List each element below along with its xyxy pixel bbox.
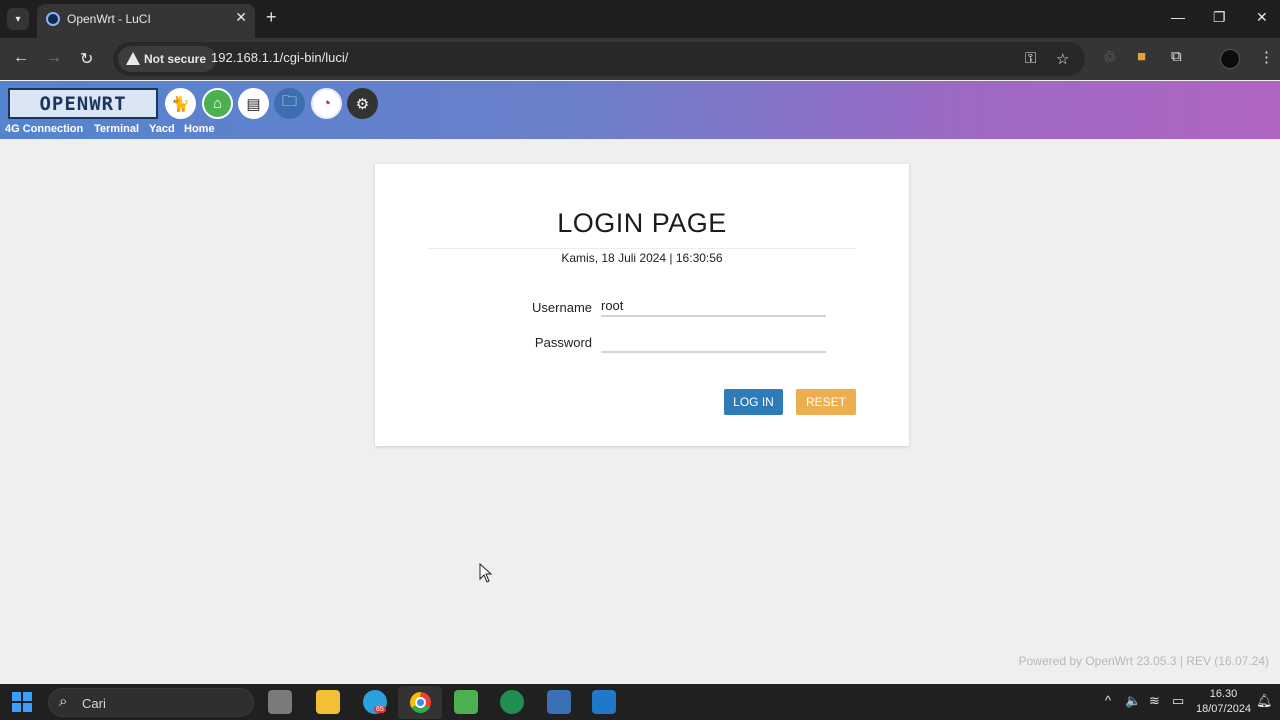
menu-link-terminal[interactable]: Terminal bbox=[94, 123, 139, 135]
title-divider bbox=[428, 248, 856, 249]
puzzle-extensions-icon[interactable]: ⧉ bbox=[1171, 48, 1182, 65]
network-tool-icon[interactable] bbox=[547, 690, 571, 714]
username-field[interactable] bbox=[601, 295, 826, 317]
bookmark-star-icon[interactable]: ☆ bbox=[1056, 50, 1069, 68]
minimize-icon[interactable]: — bbox=[1171, 9, 1185, 25]
taskbar-clock[interactable]: 16.30 18/07/2024 bbox=[1196, 687, 1251, 717]
tray-chevron-icon[interactable]: ^ bbox=[1105, 693, 1111, 708]
task-view-icon[interactable] bbox=[268, 690, 292, 714]
tab-search-button[interactable]: ▾ bbox=[7, 8, 29, 30]
reset-button[interactable]: RESET bbox=[796, 389, 856, 415]
router-icon[interactable]: ▤ bbox=[238, 88, 269, 119]
taskbar-search[interactable]: ⌕ Cari bbox=[48, 688, 254, 717]
home-shield-icon[interactable]: ⌂ bbox=[202, 88, 233, 119]
warning-icon bbox=[126, 52, 140, 65]
recycle-extension-icon[interactable]: ♲ bbox=[1103, 48, 1116, 66]
clock-date: 18/07/2024 bbox=[1196, 703, 1252, 715]
browser-tab-strip: ▾ OpenWrt - LuCI ✕ + — ❐ ✕ bbox=[0, 0, 1280, 38]
menu-link-4g-connection[interactable]: 4G Connection bbox=[5, 123, 83, 135]
tab-title: OpenWrt - LuCI bbox=[67, 12, 151, 26]
profile-avatar[interactable] bbox=[1220, 49, 1240, 69]
password-field[interactable] bbox=[601, 331, 826, 353]
clock-time: 16.30 bbox=[1209, 688, 1238, 700]
browser-app-icon[interactable] bbox=[500, 690, 524, 714]
taskbar-search-placeholder: Cari bbox=[82, 696, 106, 711]
forward-icon[interactable]: → bbox=[46, 49, 62, 67]
windows-start-icon[interactable] bbox=[12, 692, 32, 712]
mouse-cursor-icon bbox=[479, 563, 493, 583]
openwrt-header: OPENWRT 🐈 ⌂ ▤ 🗀 ◔ ⚙ 4G Connection Termin… bbox=[0, 81, 1280, 139]
file-explorer-icon[interactable] bbox=[316, 690, 340, 714]
security-label: Not secure bbox=[144, 52, 207, 66]
login-datetime: Kamis, 18 Juli 2024 | 16:30:56 bbox=[561, 251, 723, 265]
openwrt-favicon-icon bbox=[46, 12, 60, 26]
security-chip[interactable]: Not secure bbox=[118, 46, 217, 72]
footer-powered-by: Powered by OpenWrt 23.05.3 | REV (16.07.… bbox=[1018, 654, 1269, 668]
restore-icon[interactable]: ❐ bbox=[1213, 9, 1226, 26]
close-tab-icon[interactable]: ✕ bbox=[235, 9, 247, 26]
browser-toolbar: ← → ↻ Not secure 192.168.1.1/cgi-bin/luc… bbox=[0, 38, 1280, 80]
page-title: LOGIN PAGE bbox=[557, 208, 727, 238]
password-key-icon[interactable]: ⚿ bbox=[1025, 50, 1036, 67]
wifi-icon[interactable]: ≋ bbox=[1149, 693, 1160, 709]
address-bar[interactable]: Not secure 192.168.1.1/cgi-bin/luci/ ⚿ ☆ bbox=[113, 42, 1085, 76]
openwrt-logo[interactable]: OPENWRT bbox=[8, 88, 158, 119]
battery-icon[interactable]: ▭ bbox=[1172, 693, 1184, 709]
search-icon: ⌕ bbox=[59, 693, 68, 710]
reload-icon[interactable]: ↻ bbox=[80, 49, 93, 69]
login-button[interactable]: LOG IN bbox=[724, 389, 783, 415]
password-label: Password bbox=[534, 335, 592, 350]
notepad-plus-icon[interactable] bbox=[454, 690, 478, 714]
kebab-menu-icon[interactable]: ⋮ bbox=[1259, 48, 1274, 66]
cat-app-icon[interactable]: 🐈 bbox=[165, 88, 196, 119]
window-app-icon[interactable] bbox=[592, 690, 616, 714]
username-label: Username bbox=[532, 300, 592, 315]
dashboard-icon[interactable]: ◔ bbox=[311, 88, 342, 119]
volume-icon[interactable]: 🔈 bbox=[1125, 693, 1141, 709]
back-icon[interactable]: ← bbox=[13, 49, 29, 67]
notification-bell-icon[interactable]: 🔔︎ bbox=[1256, 693, 1273, 709]
folder-icon[interactable]: 🗀 bbox=[274, 88, 305, 119]
login-card: LOGIN PAGE Kamis, 18 Juli 2024 | 16:30:5… bbox=[375, 164, 909, 446]
close-window-icon[interactable]: ✕ bbox=[1256, 9, 1268, 26]
url-text[interactable]: 192.168.1.1/cgi-bin/luci/ bbox=[211, 50, 348, 65]
telegram-badge: 65 bbox=[374, 706, 386, 713]
extension-icon[interactable]: ■ bbox=[1137, 48, 1146, 65]
settings-gear-icon[interactable]: ⚙ bbox=[347, 88, 378, 119]
menu-link-yacd[interactable]: Yacd bbox=[149, 123, 175, 135]
menu-link-home[interactable]: Home bbox=[184, 123, 215, 135]
chrome-icon[interactable] bbox=[410, 692, 431, 713]
new-tab-icon[interactable]: + bbox=[266, 7, 277, 28]
browser-tab[interactable]: OpenWrt - LuCI ✕ bbox=[37, 4, 255, 38]
windows-taskbar: ⌕ Cari 65 ^ 🔈 ≋ ▭ 16.30 18/07/2024 🔔︎ bbox=[0, 684, 1280, 720]
